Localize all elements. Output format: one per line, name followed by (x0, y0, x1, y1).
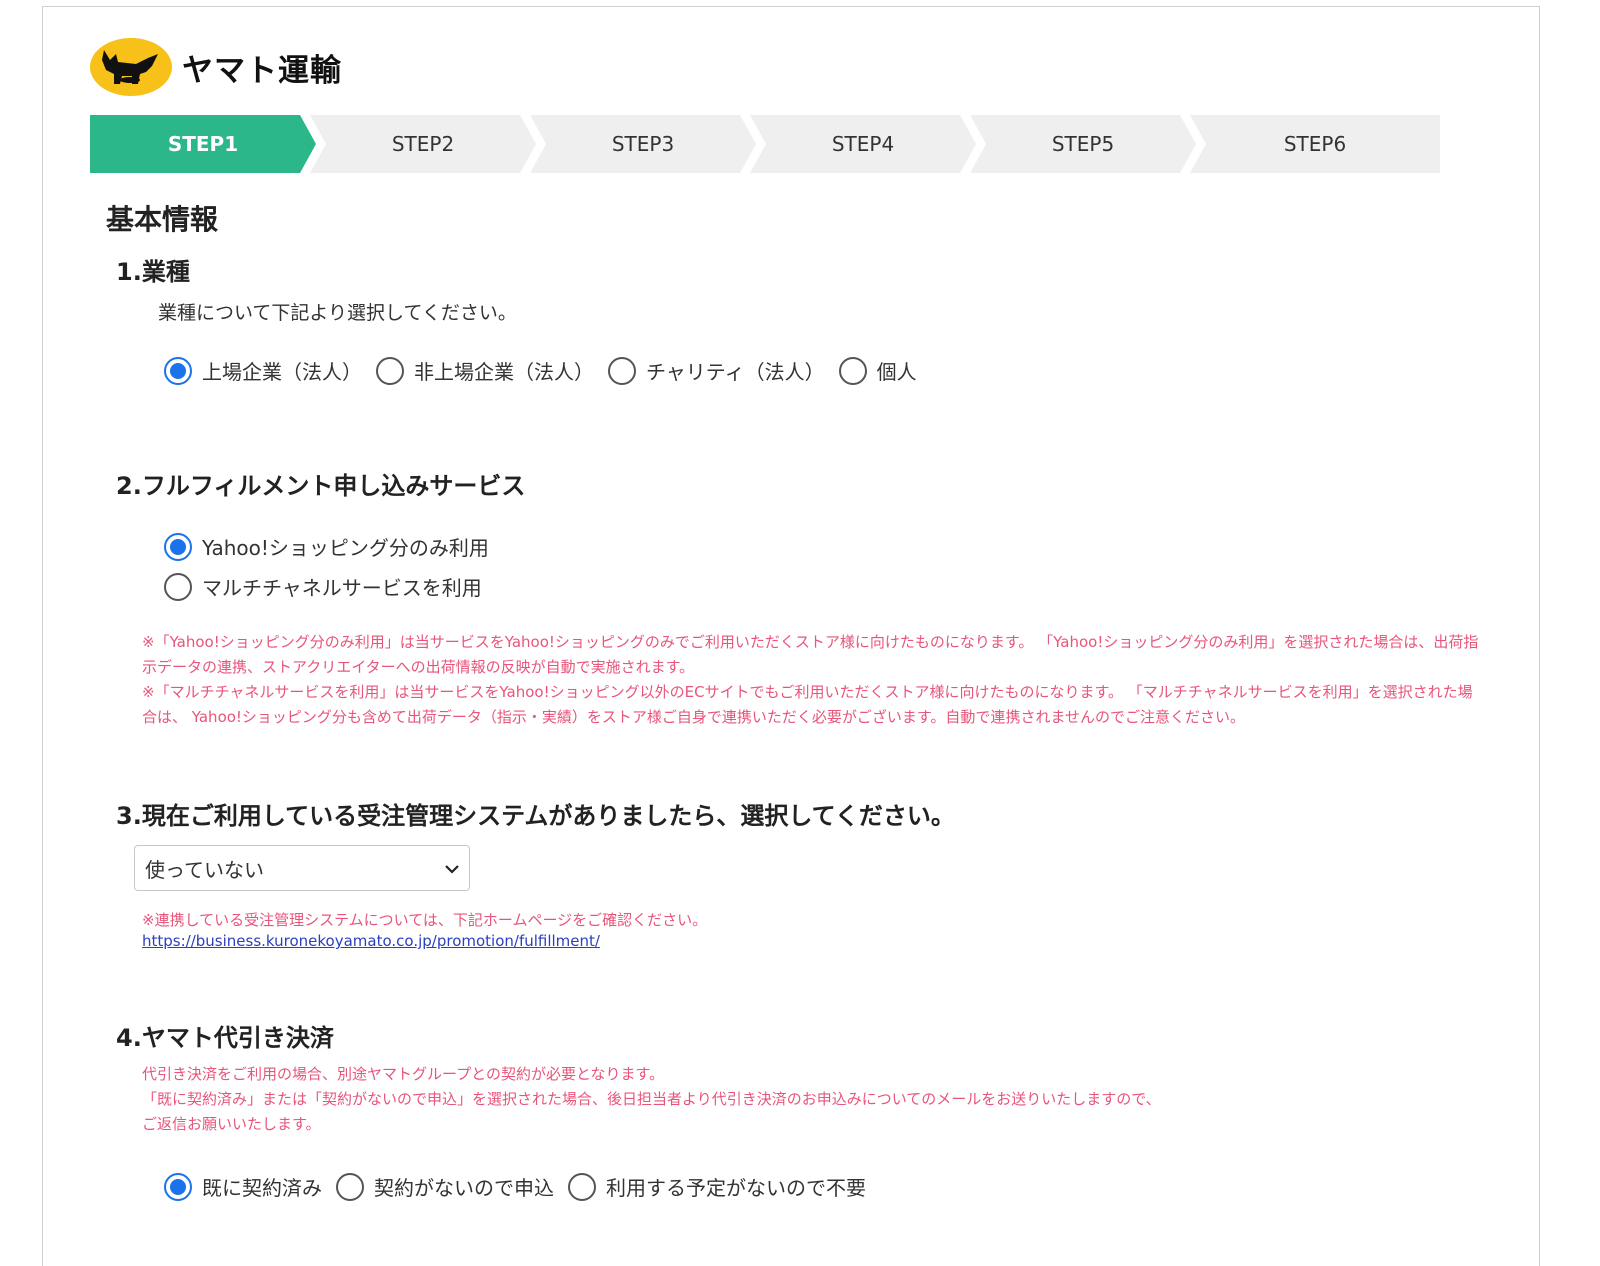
q1-description: 業種について下記より選択してください。 (158, 302, 517, 324)
q4-radio-apply[interactable] (336, 1172, 364, 1201)
q1-radio-charity[interactable] (608, 356, 636, 385)
step-3: STEP3 (530, 115, 756, 173)
step-5: STEP5 (970, 115, 1196, 173)
q4-title: 4.ヤマト代引き決済 (116, 1024, 334, 1052)
q2-note-1: ※「Yahoo!ショッピング分のみ利用」は当サービスをYahoo!ショッピングの… (142, 633, 1479, 676)
q4-note-2: 「既に契約済み」または「契約がないので申込」を選択された場合、後日担当者より代引… (142, 1090, 1161, 1108)
q2-label-multichannel[interactable]: マルチチャネルサービスを利用 (202, 572, 482, 601)
step-2: STEP2 (310, 115, 536, 173)
q2-radio-multichannel[interactable] (164, 572, 192, 601)
brand-logo: ヤマト運輸 (90, 36, 342, 98)
q4-radio-contracted[interactable] (164, 1172, 192, 1201)
step-1: STEP1 (90, 115, 316, 173)
q2-radio-yahoo-row: Yahoo!ショッピング分のみ利用 (164, 532, 503, 561)
q3-title: 3.現在ご利用している受注管理システムがありましたら、選択してください。 (116, 802, 955, 830)
q2-notes: ※「Yahoo!ショッピング分のみ利用」は当サービスをYahoo!ショッピングの… (142, 630, 1482, 730)
black-cat-icon (90, 38, 172, 96)
q4-note-3: ご返信お願いいたします。 (142, 1115, 321, 1133)
q4-radio-not-needed[interactable] (568, 1172, 596, 1201)
chevron-down-icon (445, 859, 459, 878)
q4-label-contracted[interactable]: 既に契約済み (202, 1172, 322, 1201)
order-system-select-value: 使っていない (145, 857, 264, 882)
brand-name: ヤマト運輸 (182, 52, 342, 89)
q4-label-apply[interactable]: 契約がないので申込 (374, 1172, 554, 1201)
q1-radio-individual[interactable] (838, 356, 867, 385)
q4-notes: 代引き決済をご利用の場合、別途ヤマトグループとの契約が必要となります。 「既に契… (142, 1062, 1482, 1137)
fulfillment-link[interactable]: https://business.kuronekoyamato.co.jp/pr… (142, 932, 600, 950)
q2-radio-multi-row: マルチチャネルサービスを利用 (164, 572, 496, 601)
order-system-select[interactable]: 使っていない (134, 845, 470, 891)
q1-label-listed[interactable]: 上場企業（法人） (202, 356, 362, 385)
step-4: STEP4 (750, 115, 976, 173)
q2-label-yahoo[interactable]: Yahoo!ショッピング分のみ利用 (202, 532, 489, 561)
q2-note-2: ※「マルチチャネルサービスを利用」は当サービスをYahoo!ショッピング以外のE… (142, 683, 1473, 726)
q1-label-individual[interactable]: 個人 (877, 356, 917, 385)
q1-label-charity[interactable]: チャリティ（法人） (646, 356, 825, 385)
section-title: 基本情報 (106, 203, 219, 236)
q2-radio-yahoo[interactable] (164, 532, 192, 561)
q1-title: 1.業種 (116, 258, 190, 286)
q4-label-not-needed[interactable]: 利用する予定がないので不要 (606, 1172, 866, 1201)
q1-label-unlisted[interactable]: 非上場企業（法人） (414, 356, 594, 385)
q4-note-1: 代引き決済をご利用の場合、別途ヤマトグループとの契約が必要となります。 (142, 1065, 665, 1083)
q3-note: ※連携している受注管理システムについては、下記ホームページをご確認ください。 (142, 911, 708, 929)
q1-radio-listed[interactable] (164, 356, 192, 385)
step-progress: STEP1 STEP2 STEP3 STEP4 STEP5 STEP6 (90, 115, 1440, 173)
q1-radio-group: 上場企業（法人） 非上場企業（法人） チャリティ（法人） 個人 (164, 356, 931, 385)
step-6: STEP6 (1190, 115, 1440, 173)
q1-radio-unlisted[interactable] (376, 356, 404, 385)
q4-radio-group: 既に契約済み 契約がないので申込 利用する予定がないので不要 (164, 1172, 880, 1201)
q2-title: 2.フルフィルメント申し込みサービス (116, 472, 526, 500)
